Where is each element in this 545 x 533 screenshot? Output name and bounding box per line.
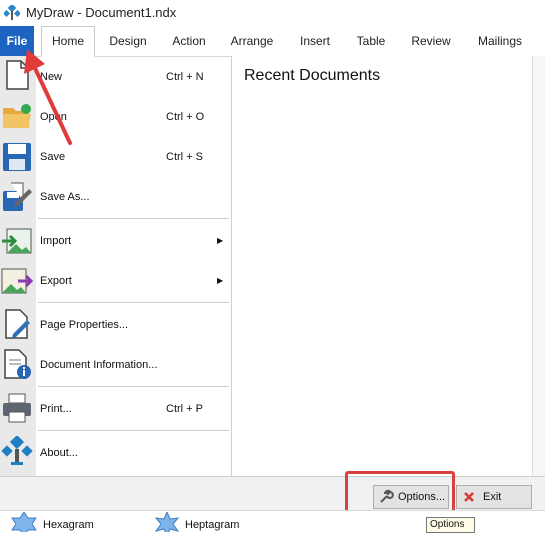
submenu-arrow-icon: ▶ [217,236,224,245]
title-bar: MyDraw - Document1.ndx [0,0,545,26]
tab-insert[interactable]: Insert [289,26,341,56]
menu-item-about[interactable]: About... [0,433,231,473]
menu-item-save[interactable]: Save Ctrl + S [0,137,231,177]
window-title: MyDraw - Document1.ndx [26,5,177,20]
recent-documents-heading: Recent Documents [244,67,381,84]
open-folder-icon [3,104,31,128]
menu-item-print[interactable]: Print... Ctrl + P [0,389,231,429]
file-menu-footer: Options... Exit [0,476,545,511]
menu-label-print: Print... [40,403,72,415]
shape-label-heptagram: Heptagram [185,519,240,531]
shortcut-print: Ctrl + P [166,403,203,415]
menu-divider [38,430,229,431]
hexagram-icon [11,512,37,532]
save-floppy-icon [3,143,31,171]
menu-label-save: Save [40,151,66,163]
close-x-icon [464,492,474,502]
page-properties-icon [5,309,30,339]
menu-divider [38,218,229,219]
menu-label-open: Open [40,111,67,123]
mydraw-logo-icon [4,5,20,20]
menu-item-new[interactable]: New Ctrl + N [0,57,231,97]
menu-label-export: Export [40,275,72,287]
menu-item-import[interactable]: Import ▶ [0,221,231,261]
recent-documents-panel: Recent Documents [232,56,532,476]
menu-label-page-properties: Page Properties... [40,319,129,331]
import-icon [2,228,32,254]
tab-arrange[interactable]: Arrange [226,26,278,56]
menu-label-document-information: Document Information... [40,359,158,371]
menu-item-page-properties[interactable]: Page Properties... [0,305,231,345]
export-icon [1,268,33,294]
menu-item-save-as[interactable]: Save As... [0,177,231,217]
menu-item-document-information[interactable]: Document Information... [0,345,231,385]
menu-label-about: About... [40,447,78,459]
menu-item-export[interactable]: Export ▶ [0,261,231,301]
submenu-arrow-icon: ▶ [217,276,224,285]
document-info-icon [4,349,31,379]
menu-divider [38,386,229,387]
shortcut-new: Ctrl + N [166,71,204,83]
tab-action[interactable]: Action [163,26,215,56]
tab-file[interactable]: File [0,26,34,56]
highlight-box [345,471,455,514]
tab-design[interactable]: Design [102,26,154,56]
background-window-edge [532,56,545,476]
exit-button-label: Exit [483,491,502,503]
shortcut-open: Ctrl + O [166,111,205,123]
menu-divider [38,302,229,303]
ribbon-tab-bar: File Home Design Action Arrange Insert T… [0,26,545,57]
new-document-icon [6,60,29,90]
save-as-icon [3,182,32,211]
file-menu: New Ctrl + N Open Ctrl + O Save Ctrl + S… [0,56,231,476]
heptagram-icon [154,512,180,532]
menu-item-open[interactable]: Open Ctrl + O [0,97,231,137]
tab-table[interactable]: Table [345,26,397,56]
menu-label-import: Import [40,235,72,247]
printer-icon [3,393,31,423]
about-icon [1,436,33,465]
tab-home[interactable]: Home [41,26,95,57]
shape-label-hexagram: Hexagram [43,519,94,531]
exit-button[interactable]: Exit [456,485,532,509]
menu-label-new: New [40,71,63,83]
tab-mailings[interactable]: Mailings [472,26,528,56]
shortcut-save: Ctrl + S [166,151,203,163]
menu-label-save-as: Save As... [40,191,90,203]
tab-review[interactable]: Review [405,26,457,56]
